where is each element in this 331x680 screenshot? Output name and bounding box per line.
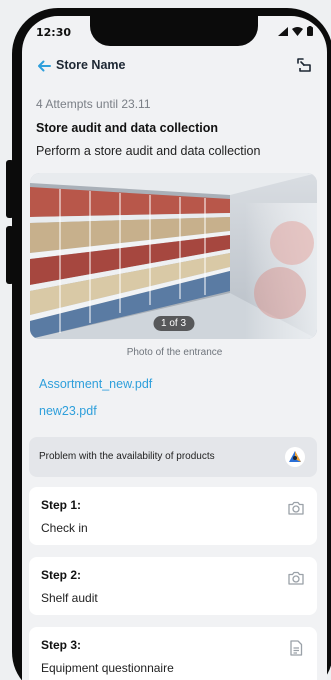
arrow-left-icon[interactable] — [36, 58, 52, 74]
step-label: Step 2: — [41, 568, 82, 582]
step-name: Shelf audit — [41, 591, 98, 605]
store-photo-carousel[interactable]: 1 of 3 — [30, 173, 317, 339]
step-label: Step 1: — [41, 498, 82, 512]
step-name: Equipment questionnaire — [41, 661, 174, 675]
step-name: Check in — [41, 521, 88, 535]
problem-text: Problem with the availability of product… — [39, 451, 215, 462]
status-time: 12:30 — [36, 26, 72, 39]
camera-icon — [288, 501, 304, 515]
store-shelves-image — [30, 173, 317, 339]
step-label: Step 3: — [41, 638, 82, 652]
problem-report-card[interactable]: Problem with the availability of product… — [29, 437, 317, 477]
phone-side-button — [6, 226, 14, 284]
task-description: Perform a store audit and data collectio… — [36, 144, 261, 158]
signal-icon — [278, 26, 288, 36]
app-bar: Store Name — [22, 56, 327, 80]
file-link-new23[interactable]: new23.pdf — [39, 404, 97, 418]
step-card-2[interactable]: Step 2: Shelf audit — [29, 557, 317, 615]
wifi-icon — [292, 26, 303, 36]
task-title: Store audit and data collection — [36, 121, 218, 135]
photo-caption: Photo of the entrance — [126, 347, 223, 358]
phone-notch — [90, 16, 258, 46]
exit-icon[interactable] — [295, 56, 313, 74]
attempts-info: 4 Attempts until 23.11 — [36, 97, 151, 111]
step-card-3[interactable]: Step 3: Equipment questionnaire — [29, 627, 317, 680]
photo-counter: 1 of 3 — [152, 316, 195, 331]
phone-side-button — [6, 160, 14, 218]
camera-icon — [288, 571, 304, 585]
file-link-assortment[interactable]: Assortment_new.pdf — [39, 377, 152, 391]
page-title: Store Name — [56, 58, 126, 72]
battery-icon — [307, 26, 313, 36]
assistant-logo-icon[interactable] — [285, 447, 305, 467]
app-screen: 12:30 Store Name 4 Attempts until 23.11 … — [22, 16, 327, 680]
document-icon — [290, 640, 303, 656]
status-icons — [278, 26, 313, 36]
step-card-1[interactable]: Step 1: Check in — [29, 487, 317, 545]
